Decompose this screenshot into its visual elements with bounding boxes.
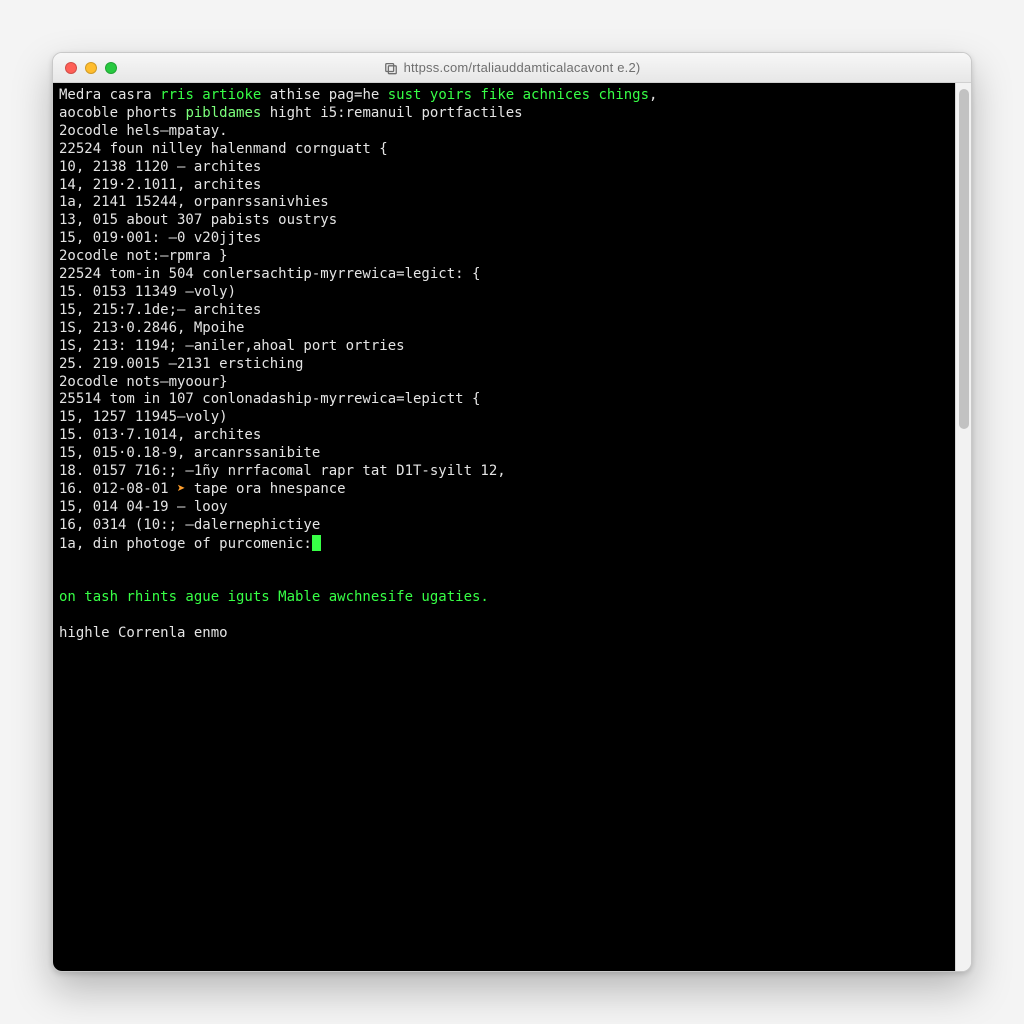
terminal-line: 15. 013·7.1014, archites bbox=[59, 427, 949, 445]
terminal-line: 1S, 213·0.2846, Mpoihe bbox=[59, 320, 949, 338]
terminal-text: 1S, 213·0.2846, Mpoihe bbox=[59, 320, 244, 336]
titlebar[interactable]: httpss.com/rtaliauddamticalacavont e.2) bbox=[53, 53, 971, 83]
terminal-text: athise pag=he bbox=[261, 87, 387, 103]
terminal-line: 2ocodle nots—myoour} bbox=[59, 374, 949, 392]
terminal-text: 14, 219·2.1011, archites bbox=[59, 177, 261, 193]
close-button[interactable] bbox=[65, 62, 77, 74]
terminal-line: 15, 019·001: –0 v20jjtes bbox=[59, 230, 949, 248]
terminal-text: rris artioke bbox=[160, 87, 261, 103]
terminal-line: 22524 foun nilley halenmand cornguatt { bbox=[59, 141, 949, 159]
terminal-line: 16. 012-08-01 ➤ tape ora hnespance bbox=[59, 481, 949, 499]
terminal-text: 25514 tom in 107 conlonadaship-myrrewica… bbox=[59, 391, 480, 407]
terminal-line: 10, 2138 1120 — archites bbox=[59, 159, 949, 177]
terminal-line: 15. 0153 11349 –voly) bbox=[59, 284, 949, 302]
terminal-body-wrap: Medra casra rris artioke athise pag=he s… bbox=[53, 83, 971, 971]
traffic-lights bbox=[53, 62, 117, 74]
terminal-text: remanuil portfactiles bbox=[346, 105, 523, 121]
terminal-line: 15, 014 04-19 – looy bbox=[59, 499, 949, 517]
terminal-text: 15, 019·001: –0 v20jjtes bbox=[59, 230, 261, 246]
title-area: httpss.com/rtaliauddamticalacavont e.2) bbox=[53, 53, 971, 82]
terminal-text: 15, 1257 11945—voly) bbox=[59, 409, 228, 425]
terminal-line: Medra casra rris artioke athise pag=he s… bbox=[59, 87, 949, 105]
terminal-line: 16, 0314 (10:; –dalernephictiye bbox=[59, 517, 949, 535]
terminal-text: 15, 215:7.1de;– archites bbox=[59, 302, 261, 318]
terminal-line: 2ocodle hels—mpatay. bbox=[59, 123, 949, 141]
terminal-text: 2ocodle not:—rpmra } bbox=[59, 248, 228, 264]
terminal-line: 18. 0157 716:; –1ñy nrrfacomal rapr tat … bbox=[59, 463, 949, 481]
terminal-text: 1S, 213: 1194; –aniler,ahoal port ortrie… bbox=[59, 338, 405, 354]
terminal-text: 15. 013·7.1014, archites bbox=[59, 427, 261, 443]
terminal-line: 25514 tom in 107 conlonadaship-myrrewica… bbox=[59, 391, 949, 409]
terminal-text: 10, 2138 1120 — archites bbox=[59, 159, 261, 175]
tabs-icon bbox=[384, 61, 398, 75]
terminal-line: aocoble phorts pibldames hight i5:remanu… bbox=[59, 105, 949, 123]
terminal-text: 18. 0157 716:; –1ñy nrrfacomal rapr tat … bbox=[59, 463, 506, 479]
terminal-line: 15, 015·0.18-9, arcanrssanibite bbox=[59, 445, 949, 463]
terminal-line: highle Correnla enmo bbox=[59, 625, 949, 643]
terminal-line: 25. 219.0015 –2131 erstiching bbox=[59, 356, 949, 374]
terminal-text: Medra casra bbox=[59, 87, 160, 103]
terminal-text: 2ocodle nots—myoour} bbox=[59, 374, 228, 390]
terminal-text: aocoble phorts bbox=[59, 105, 185, 121]
terminal-text: 2ocodle hels—mpatay. bbox=[59, 123, 228, 139]
terminal-line bbox=[59, 571, 949, 589]
minimize-button[interactable] bbox=[85, 62, 97, 74]
terminal-line: 14, 219·2.1011, archites bbox=[59, 177, 949, 195]
terminal-text: , bbox=[649, 87, 657, 103]
terminal-line: 22524 tom-in 504 conlersachtip-myrrewica… bbox=[59, 266, 949, 284]
terminal-line bbox=[59, 554, 949, 572]
window-title: httpss.com/rtaliauddamticalacavont e.2) bbox=[404, 60, 641, 75]
zoom-button[interactable] bbox=[105, 62, 117, 74]
terminal-text: hight i5: bbox=[261, 105, 345, 121]
terminal-text: 16, 0314 (10:; –dalernephictiye bbox=[59, 517, 320, 533]
terminal-text: 16. 012-08-01 bbox=[59, 481, 177, 497]
terminal-line: 15, 1257 11945—voly) bbox=[59, 409, 949, 427]
terminal-line bbox=[59, 607, 949, 625]
terminal-line: 1S, 213: 1194; –aniler,ahoal port ortrie… bbox=[59, 338, 949, 356]
terminal-text: 15, 014 04-19 – looy bbox=[59, 499, 228, 515]
terminal-output[interactable]: Medra casra rris artioke athise pag=he s… bbox=[53, 83, 955, 971]
terminal-text: on tash rhints ague iguts Mable awchnesi… bbox=[59, 589, 489, 605]
terminal-line: 1a, din photoge of purcomenic: bbox=[59, 535, 949, 554]
terminal-line: 2ocodle not:—rpmra } bbox=[59, 248, 949, 266]
scrollbar-thumb[interactable] bbox=[959, 89, 969, 429]
terminal-text: 15. 0153 11349 –voly) bbox=[59, 284, 236, 300]
scrollbar-track[interactable] bbox=[955, 83, 971, 971]
terminal-window: httpss.com/rtaliauddamticalacavont e.2) … bbox=[52, 52, 972, 972]
terminal-text: pibldames bbox=[185, 105, 261, 121]
terminal-text: 1a, 2141 15244, orpanrssanivhies bbox=[59, 194, 329, 210]
terminal-text: 22524 foun nilley halenmand cornguatt { bbox=[59, 141, 388, 157]
terminal-line: on tash rhints ague iguts Mable awchnesi… bbox=[59, 589, 949, 607]
cursor bbox=[312, 535, 321, 551]
terminal-text: sust yoirs fike achnices chings bbox=[388, 87, 649, 103]
terminal-text: 22524 tom-in 504 conlersachtip-myrrewica… bbox=[59, 266, 480, 282]
terminal-text: 15, 015·0.18-9, arcanrssanibite bbox=[59, 445, 320, 461]
terminal-line: 1a, 2141 15244, orpanrssanivhies bbox=[59, 194, 949, 212]
terminal-text: 25. 219.0015 –2131 erstiching bbox=[59, 356, 303, 372]
terminal-text: tape ora hnespance bbox=[185, 481, 345, 497]
terminal-text: highle Correnla enmo bbox=[59, 625, 228, 641]
terminal-line: 13, 015 about 307 pabists oustrys bbox=[59, 212, 949, 230]
terminal-line: 15, 215:7.1de;– archites bbox=[59, 302, 949, 320]
terminal-text: 13, 015 about 307 pabists oustrys bbox=[59, 212, 337, 228]
terminal-text: 1a, din photoge of purcomenic: bbox=[59, 536, 312, 552]
